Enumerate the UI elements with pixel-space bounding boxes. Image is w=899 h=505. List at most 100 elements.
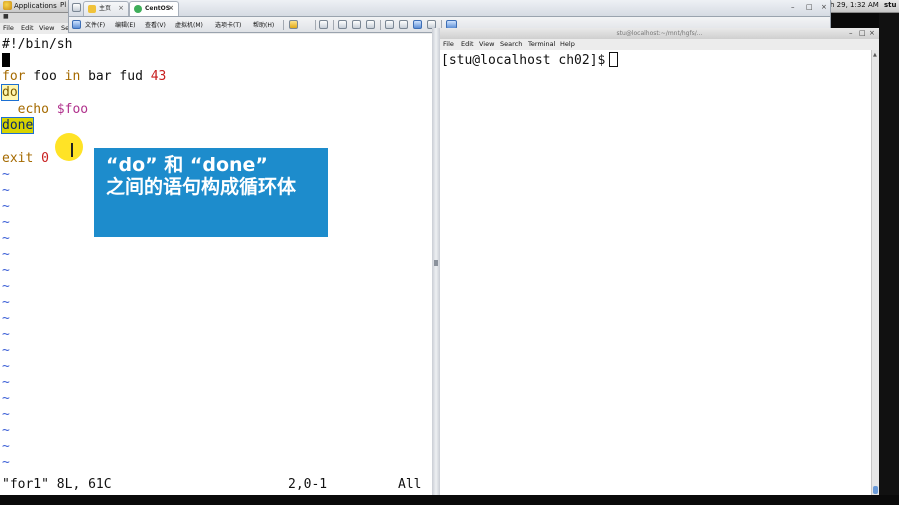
for-number: 43 bbox=[150, 69, 167, 84]
for-list: bar fud bbox=[80, 69, 151, 84]
terminal-menu-view[interactable]: View bbox=[479, 40, 494, 48]
toolbar-separator bbox=[283, 20, 284, 30]
divider-grip-icon[interactable] bbox=[434, 260, 438, 266]
scroll-up-icon[interactable]: ▲ bbox=[873, 52, 877, 58]
keyword-done: done bbox=[0, 117, 35, 134]
terminal-titlebar[interactable]: stu@localhost:~/mnt/hgfs/... – □ × bbox=[440, 28, 879, 39]
tab-centos-label: CentOS bbox=[145, 5, 171, 12]
tab-home[interactable]: 主页 × bbox=[83, 1, 129, 16]
terminal-scrollbar[interactable]: ▲ bbox=[871, 50, 879, 495]
vmware-maximize-icon[interactable]: □ bbox=[806, 3, 813, 12]
toolbar-separator bbox=[380, 20, 381, 30]
desktop-background-right bbox=[879, 13, 899, 495]
toolbar-separator bbox=[315, 20, 316, 30]
full-screen-icon[interactable] bbox=[413, 20, 422, 29]
vim-empty-line-tilde: ~ bbox=[2, 231, 10, 246]
terminal-prompt-line: [stu@localhost ch02]$ bbox=[441, 52, 619, 69]
applications-label: Applications bbox=[14, 2, 57, 10]
panel-clock[interactable]: h 29, 1:32 AM bbox=[830, 1, 879, 9]
vim-status-line: "for1" 8L, 61C 2,0-1 All bbox=[0, 475, 432, 495]
terminal-body[interactable]: [stu@localhost ch02]$ bbox=[440, 50, 871, 495]
terminal-menu-search[interactable]: Search bbox=[500, 40, 522, 48]
vim-line-exit: exit 0 bbox=[2, 151, 49, 167]
tab-home-label: 主页 bbox=[99, 5, 112, 12]
vim-line-do: do bbox=[1, 84, 19, 101]
keyword-do: do bbox=[1, 84, 19, 101]
terminal-cursor bbox=[609, 52, 619, 67]
terminal-menu-terminal[interactable]: Terminal bbox=[528, 40, 555, 48]
vmware-menu-view[interactable]: 查看(V) bbox=[145, 20, 166, 29]
gvim-window: ■ File Edit View Se #!/bin/sh for foo in… bbox=[0, 13, 432, 495]
vmware-menu-help[interactable]: 帮助(H) bbox=[253, 20, 274, 29]
gvim-title-strip: ■ bbox=[0, 13, 68, 23]
panel-user[interactable]: stu bbox=[884, 1, 897, 9]
terminal-close-icon[interactable]: × bbox=[869, 28, 875, 39]
callout-annotation: “do” 和 “done” 之间的语句构成循环体 bbox=[94, 148, 328, 237]
terminal-menubar: File Edit View Search Terminal Help bbox=[440, 39, 879, 50]
vim-line-done: done bbox=[0, 117, 35, 134]
terminal-maximize-icon[interactable]: □ bbox=[859, 28, 866, 39]
tab-centos-close-icon[interactable]: × bbox=[168, 2, 174, 15]
window-divider[interactable] bbox=[432, 28, 440, 495]
toolbar-separator bbox=[333, 20, 334, 30]
revert-snapshot-icon[interactable] bbox=[352, 20, 361, 29]
vim-empty-line-tilde: ~ bbox=[2, 391, 10, 406]
vim-empty-line-tilde: ~ bbox=[2, 327, 10, 342]
vim-empty-line-tilde: ~ bbox=[2, 311, 10, 326]
vmware-library-icon[interactable] bbox=[72, 3, 81, 12]
mouse-click-highlight bbox=[55, 133, 83, 161]
vim-empty-line-tilde: ~ bbox=[2, 279, 10, 294]
snapshot-icon[interactable] bbox=[338, 20, 347, 29]
vmware-menu-tabs[interactable]: 选项卡(T) bbox=[215, 20, 241, 29]
terminal-minimize-icon[interactable]: – bbox=[849, 28, 853, 39]
terminal-menu-edit[interactable]: Edit bbox=[461, 40, 474, 48]
vim-status-position: 2,0-1 bbox=[288, 477, 328, 492]
vim-status-file: "for1" 8L, 61C bbox=[2, 477, 112, 492]
tab-home-close-icon[interactable]: × bbox=[118, 2, 124, 15]
vmware-tab-strip: 主页 × CentOS × – □ × bbox=[68, 0, 831, 17]
keyword-exit: exit bbox=[2, 151, 34, 166]
vim-empty-line-tilde: ~ bbox=[2, 247, 10, 262]
vmware-close-icon[interactable]: × bbox=[821, 3, 827, 12]
vim-empty-line-tilde: ~ bbox=[2, 439, 10, 454]
terminal-menu-file[interactable]: File bbox=[443, 40, 454, 48]
places-menu[interactable]: Pl bbox=[60, 1, 66, 9]
vmware-sidebar-toggle-icon[interactable] bbox=[72, 20, 81, 29]
gvim-menu-file[interactable]: File bbox=[3, 24, 14, 32]
send-keys-icon[interactable] bbox=[319, 20, 328, 29]
echo-variable: $foo bbox=[56, 102, 89, 117]
vim-empty-line-tilde: ~ bbox=[2, 343, 10, 358]
vim-empty-line-tilde: ~ bbox=[2, 375, 10, 390]
vim-block-cursor bbox=[2, 53, 10, 67]
desktop-background-bottom bbox=[0, 495, 899, 505]
vmware-menu-vm[interactable]: 虚拟机(M) bbox=[175, 20, 203, 29]
power-icon[interactable] bbox=[289, 20, 298, 29]
terminal-title: stu@localhost:~/mnt/hgfs/... bbox=[616, 30, 703, 37]
terminal-menu-help[interactable]: Help bbox=[560, 40, 575, 48]
snapshot-manager-icon[interactable] bbox=[366, 20, 375, 29]
home-icon bbox=[88, 5, 96, 13]
vim-status-scroll: All bbox=[398, 477, 422, 492]
tab-centos[interactable]: CentOS × bbox=[129, 1, 179, 16]
vmware-minimize-icon[interactable]: – bbox=[791, 3, 795, 12]
vim-line-for: for foo in bar fud 43 bbox=[2, 69, 166, 85]
quick-switch-icon[interactable] bbox=[399, 20, 408, 29]
vim-empty-line-tilde: ~ bbox=[2, 295, 10, 310]
vim-line-empty-cursor bbox=[2, 53, 10, 69]
applications-icon bbox=[3, 1, 12, 10]
show-library-icon[interactable] bbox=[385, 20, 394, 29]
vim-empty-line-tilde: ~ bbox=[2, 263, 10, 278]
vim-editor-area[interactable]: #!/bin/sh for foo in bar fud 43 do echo … bbox=[0, 35, 432, 475]
applications-menu[interactable]: Applications bbox=[3, 1, 57, 10]
keyword-echo: echo bbox=[2, 102, 57, 117]
vim-empty-line-tilde: ~ bbox=[2, 455, 10, 470]
exit-code: 0 bbox=[41, 151, 49, 166]
vim-empty-line-tilde: ~ bbox=[2, 359, 10, 374]
vmware-menu-file[interactable]: 文件(F) bbox=[85, 20, 105, 29]
terminal-scroll-thumb[interactable] bbox=[873, 486, 878, 494]
gvim-menu-edit[interactable]: Edit bbox=[21, 24, 34, 32]
vim-line-echo: echo $foo bbox=[2, 102, 88, 118]
gvim-menu-view[interactable]: View bbox=[39, 24, 54, 32]
vim-empty-line-tilde: ~ bbox=[2, 407, 10, 422]
vmware-menu-edit[interactable]: 编辑(E) bbox=[115, 20, 135, 29]
